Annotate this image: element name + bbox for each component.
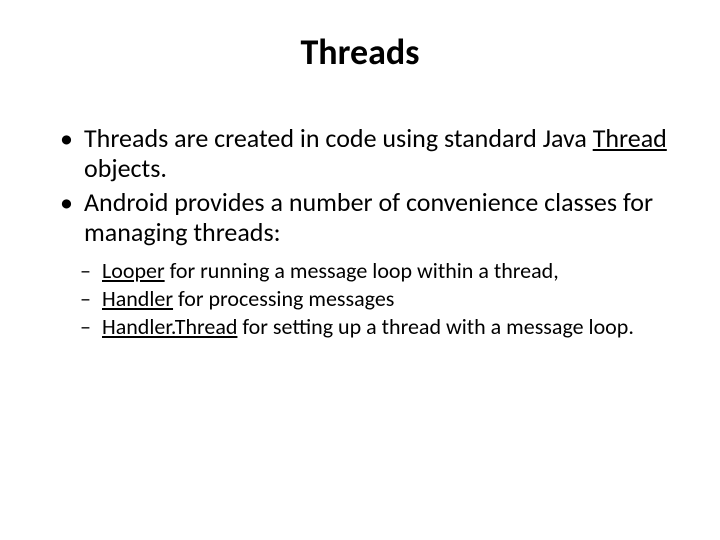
sub-item: Handler for processing messages <box>80 286 680 312</box>
link-thread[interactable]: Thread <box>593 122 667 154</box>
sub-text-post: for running a message loop within a thre… <box>165 257 559 284</box>
bullet-item: Android provides a number of convenience… <box>60 188 680 248</box>
link-handlerthread[interactable]: Handler.Thread <box>102 313 237 340</box>
sub-item: Looper for running a message loop within… <box>80 258 680 284</box>
bullet-item: Threads are created in code using standa… <box>60 124 680 184</box>
sub-text-post: for processing messages <box>173 285 394 312</box>
sub-item: Handler.Thread for setting up a thread w… <box>80 314 680 340</box>
link-handler[interactable]: Handler <box>102 285 173 312</box>
main-bullet-list: Threads are created in code using standa… <box>40 124 680 248</box>
link-looper[interactable]: Looper <box>102 257 165 284</box>
bullet-text-post: objects. <box>84 152 167 184</box>
sub-text-post: for setting up a thread with a message l… <box>237 313 633 340</box>
slide-title: Threads <box>40 30 680 74</box>
sub-bullet-list: Looper for running a message loop within… <box>40 258 680 341</box>
bullet-text-pre: Threads are created in code using standa… <box>84 122 593 154</box>
bullet-text-pre: Android provides a number of convenience… <box>84 186 653 248</box>
